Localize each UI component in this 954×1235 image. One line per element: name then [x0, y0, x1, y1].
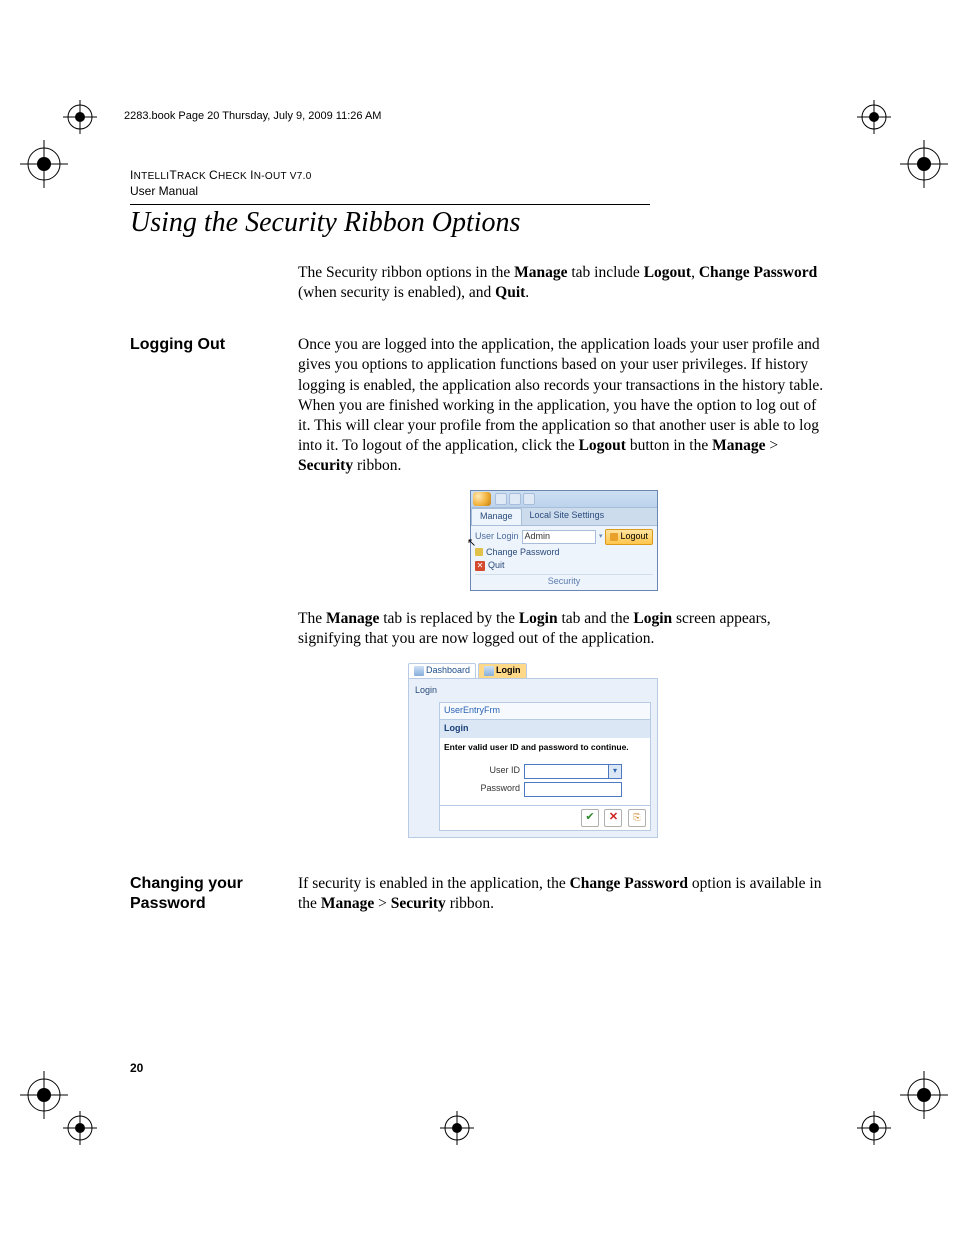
user-id-dropdown-icon[interactable]: ▾ [608, 765, 621, 778]
key-icon [475, 548, 483, 556]
tab-local-site-settings[interactable]: Local Site Settings [522, 508, 613, 525]
login-screenshot: Dashboard Login Login UserEntryFrm Login… [408, 663, 658, 838]
qat-undo-icon[interactable] [495, 493, 507, 505]
logging-out-paragraph-1: Once you are logged into the application… [298, 335, 830, 476]
form-icon [414, 666, 424, 676]
reg-mark-icon [857, 1111, 891, 1145]
user-login-dropdown-icon[interactable]: ▾ [599, 532, 603, 541]
book-info-line: 2283.book Page 20 Thursday, July 9, 2009… [124, 110, 830, 122]
reg-mark-icon [900, 1071, 934, 1105]
logout-button[interactable]: Logout [605, 529, 653, 545]
page-title: Using the Security Ribbon Options [130, 207, 830, 239]
section-heading-changing-password: Changing your Password [130, 874, 298, 928]
reg-mark-icon [900, 140, 934, 174]
reg-mark-icon [20, 140, 54, 174]
password-field[interactable] [524, 782, 622, 797]
reg-mark-icon [20, 1071, 54, 1105]
reg-mark-icon [857, 100, 891, 134]
tab-dashboard[interactable]: Dashboard [408, 663, 476, 678]
ribbon-group-label: Security [475, 574, 653, 588]
form-icon [484, 666, 494, 676]
running-subheader: User Manual [130, 184, 830, 198]
qat-redo-icon[interactable] [509, 493, 521, 505]
quit-button[interactable]: ✕ Quit [475, 560, 653, 572]
change-password-button[interactable]: Change Password [475, 547, 653, 559]
ok-button[interactable]: ✔ [581, 809, 599, 827]
cancel-button[interactable]: ✕ [604, 809, 622, 827]
form-instruction: Enter valid user ID and password to cont… [440, 738, 650, 761]
intro-paragraph: The Security ribbon options in the Manag… [298, 263, 830, 317]
title-rule [130, 204, 650, 205]
user-id-label: User ID [468, 765, 520, 777]
qat-dropdown-icon[interactable] [523, 493, 535, 505]
tab-manage[interactable]: Manage [471, 508, 522, 525]
exit-button[interactable]: ⎘ [628, 809, 646, 827]
lock-icon [610, 533, 618, 541]
login-caption: Login [415, 685, 657, 697]
page-content: 2283.book Page 20 Thursday, July 9, 2009… [130, 110, 830, 946]
tab-login[interactable]: Login [478, 663, 527, 678]
user-login-label: User Login [475, 531, 519, 543]
orb-icon[interactable] [473, 492, 491, 506]
close-icon: ✕ [475, 561, 485, 571]
password-label: Password [468, 783, 520, 795]
user-login-field[interactable]: Admin [522, 530, 596, 544]
user-id-field[interactable]: ▾ [524, 764, 622, 779]
logging-out-paragraph-2: The Manage tab is replaced by the Login … [298, 609, 830, 649]
section-heading-logging-out: Logging Out [130, 335, 298, 856]
reg-mark-icon [63, 100, 97, 134]
changing-password-paragraph: If security is enabled in the applicatio… [298, 874, 830, 914]
ribbon-screenshot: Manage Local Site Settings User Login Ad… [470, 490, 658, 590]
reg-mark-icon [63, 1111, 97, 1145]
running-header: INTELLITRACK CHECK IN-OUT V7.0 [130, 168, 830, 182]
form-title: UserEntryFrm [440, 703, 650, 720]
form-header: Login [440, 720, 650, 738]
page-number: 20 [130, 1061, 143, 1075]
reg-mark-icon [440, 1111, 474, 1145]
